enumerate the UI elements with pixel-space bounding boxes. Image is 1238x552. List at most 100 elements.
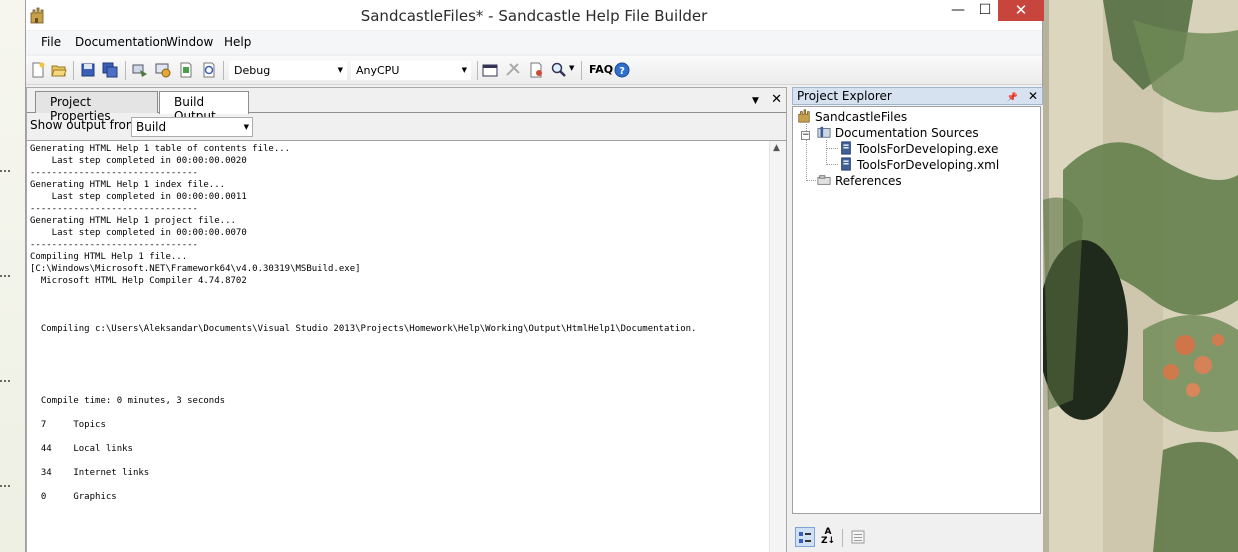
tree-item-file[interactable]: ToolsForDeveloping.exe xyxy=(839,141,998,157)
output-line: 44 Local links xyxy=(30,444,133,454)
output-line: ------------------------------- xyxy=(30,168,198,178)
output-line: Generating HTML Help 1 project file... xyxy=(30,216,236,226)
help-icon[interactable]: ? xyxy=(614,62,630,78)
configuration-value: Debug xyxy=(234,64,271,77)
save-all-icon[interactable] xyxy=(102,62,118,78)
explorer-toolbar: A Z↓ xyxy=(792,522,1043,552)
scroll-up-arrow-icon[interactable]: ▲ xyxy=(773,143,780,153)
save-icon[interactable] xyxy=(80,62,96,78)
output-line: 0 Graphics xyxy=(30,492,117,502)
output-line: ------------------------------- xyxy=(30,204,198,214)
tree-connector xyxy=(826,164,838,165)
window-title: SandcastleFiles* - Sandcastle Help File … xyxy=(360,7,708,25)
output-line: Last step completed in 00:00:00.0011 xyxy=(30,192,247,202)
tree-item-label: Documentation Sources xyxy=(834,126,979,140)
tab-build-output[interactable]: Build Output xyxy=(159,91,249,123)
desktop-wallpaper xyxy=(1043,0,1238,552)
menu-window[interactable]: Window xyxy=(166,35,213,49)
tab-project-properties[interactable]: Project Properties xyxy=(35,91,158,123)
title-bar[interactable]: SandcastleFiles* - Sandcastle Help File … xyxy=(26,0,1044,30)
project-explorer-header: Project Explorer 📌 ✕ xyxy=(792,87,1043,105)
desktop-mark xyxy=(0,170,10,174)
minimize-button[interactable]: — xyxy=(943,0,973,21)
show-output-value: Build xyxy=(136,120,167,134)
output-textbox[interactable]: Generating HTML Help 1 table of contents… xyxy=(27,140,786,552)
menu-help[interactable]: Help xyxy=(224,35,251,49)
project-settings-icon[interactable] xyxy=(155,62,171,78)
view-help-file-icon[interactable] xyxy=(178,62,194,78)
tree-item-label: References xyxy=(835,174,902,188)
build-project-icon[interactable] xyxy=(132,62,148,78)
project-explorer-title: Project Explorer xyxy=(797,89,892,103)
tree-item-project[interactable]: SandcastleFiles xyxy=(797,109,907,125)
tree-item-references[interactable]: References xyxy=(817,173,902,189)
output-line: Compile time: 0 minutes, 3 seconds xyxy=(30,396,226,406)
cancel-build-icon[interactable] xyxy=(505,62,521,78)
panel-dropdown-button[interactable]: ▼ xyxy=(752,96,759,106)
output-line: Generating HTML Help 1 index file... xyxy=(30,180,226,190)
explorer-close-button[interactable]: ✕ xyxy=(1028,89,1038,103)
tree-item-documentation-sources[interactable]: − Documentation Sources xyxy=(801,125,979,141)
properties-button[interactable] xyxy=(848,527,868,547)
platform-select[interactable]: AnyCPU ▼ xyxy=(351,61,471,80)
explorer-controls: 📌 ✕ xyxy=(1007,89,1038,103)
search-icon[interactable] xyxy=(551,62,567,78)
desktop-left-edge xyxy=(0,0,25,552)
menu-bar: File Documentation Window Help xyxy=(26,31,1042,54)
chevron-down-icon: ▼ xyxy=(243,123,249,131)
vertical-scrollbar[interactable]: ▲ xyxy=(769,141,786,552)
show-output-select[interactable]: Build ▼ xyxy=(131,117,253,137)
panel-controls: ▼ ✕ xyxy=(752,92,782,107)
tree-connector xyxy=(806,180,816,181)
menu-documentation[interactable]: Documentation xyxy=(75,35,168,49)
project-tree[interactable]: SandcastleFiles − Documentation Sources … xyxy=(792,106,1041,514)
svg-text:?: ? xyxy=(619,66,625,77)
sandcastle-project-icon xyxy=(798,109,810,123)
collapse-toggle[interactable]: − xyxy=(801,131,810,140)
output-line: Microsoft HTML Help Compiler 4.74.8702 xyxy=(30,276,247,286)
project-explorer-panel: Project Explorer 📌 ✕ SandcastleFiles − D… xyxy=(792,87,1043,552)
platform-value: AnyCPU xyxy=(356,64,400,77)
tree-connector xyxy=(826,148,838,149)
tree-item-label: SandcastleFiles xyxy=(815,110,908,124)
output-line: ------------------------------- xyxy=(30,240,198,250)
xml-file-icon xyxy=(841,157,851,171)
new-project-icon[interactable] xyxy=(30,62,46,78)
desktop-mark xyxy=(0,485,10,489)
chevron-down-icon: ▼ xyxy=(337,66,343,74)
build-log-icon[interactable] xyxy=(528,62,544,78)
references-folder-icon xyxy=(817,175,831,185)
properties-page-icon xyxy=(851,530,865,544)
alphabetical-sort-button[interactable]: A Z↓ xyxy=(818,527,838,547)
menu-file[interactable]: File xyxy=(41,35,61,49)
chevron-down-icon: ▼ xyxy=(461,66,467,74)
entity-references-icon[interactable] xyxy=(482,62,498,78)
pin-icon[interactable]: 📌 xyxy=(1007,93,1018,103)
tree-item-label: ToolsForDeveloping.exe xyxy=(857,142,999,156)
faq-button[interactable]: FAQ xyxy=(589,63,613,76)
configuration-select[interactable]: Debug ▼ xyxy=(229,61,347,80)
wallpaper-art xyxy=(1043,0,1238,552)
toolbar-separator xyxy=(223,61,224,80)
categorized-view-button[interactable] xyxy=(795,527,815,547)
sort-az-icon: A Z↓ xyxy=(820,527,836,546)
close-button[interactable]: ✕ xyxy=(998,0,1044,21)
desktop-mark xyxy=(0,275,10,279)
open-project-icon[interactable] xyxy=(51,62,67,78)
panel-close-button[interactable]: ✕ xyxy=(771,92,782,107)
maximize-button[interactable]: ☐ xyxy=(970,0,1000,21)
preview-topic-icon[interactable] xyxy=(201,62,217,78)
tree-item-file[interactable]: ToolsForDeveloping.xml xyxy=(839,157,999,173)
toolbar-separator xyxy=(581,61,582,80)
categorized-icon xyxy=(799,532,811,543)
chevron-down-icon[interactable]: ▼ xyxy=(569,64,574,72)
